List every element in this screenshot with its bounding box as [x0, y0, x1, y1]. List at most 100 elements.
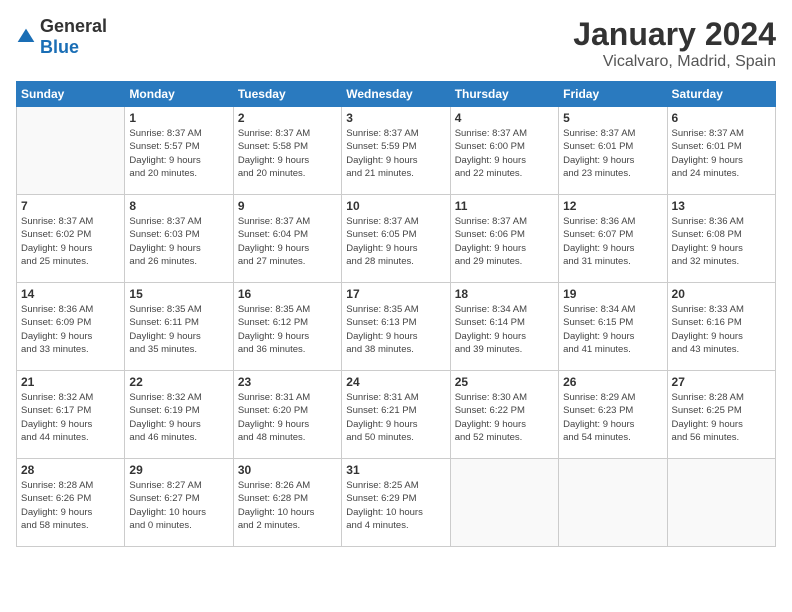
day-info: Sunrise: 8:31 AM Sunset: 6:20 PM Dayligh… [238, 391, 337, 444]
day-info: Sunrise: 8:37 AM Sunset: 5:59 PM Dayligh… [346, 127, 445, 180]
day-info: Sunrise: 8:32 AM Sunset: 6:19 PM Dayligh… [129, 391, 228, 444]
calendar-table: SundayMondayTuesdayWednesdayThursdayFrid… [16, 81, 776, 547]
day-number: 13 [672, 199, 771, 213]
calendar-cell: 7 Sunrise: 8:37 AM Sunset: 6:02 PM Daylig… [17, 195, 125, 283]
day-info: Sunrise: 8:35 AM Sunset: 6:13 PM Dayligh… [346, 303, 445, 356]
location-title: Vicalvaro, Madrid, Spain [573, 53, 776, 71]
title-area: January 2024 Vicalvaro, Madrid, Spain [573, 16, 776, 71]
day-number: 10 [346, 199, 445, 213]
day-number: 18 [455, 287, 554, 301]
calendar-cell: 6 Sunrise: 8:37 AM Sunset: 6:01 PM Daylig… [667, 107, 775, 195]
day-info: Sunrise: 8:37 AM Sunset: 6:01 PM Dayligh… [563, 127, 662, 180]
calendar-cell: 27 Sunrise: 8:28 AM Sunset: 6:25 PM Dayli… [667, 371, 775, 459]
day-info: Sunrise: 8:32 AM Sunset: 6:17 PM Dayligh… [21, 391, 120, 444]
day-number: 31 [346, 463, 445, 477]
calendar-cell: 16 Sunrise: 8:35 AM Sunset: 6:12 PM Dayli… [233, 283, 341, 371]
day-number: 17 [346, 287, 445, 301]
calendar-cell: 24Sunrise: 8:31 AM Sunset: 6:21 PM Dayli… [342, 371, 450, 459]
calendar-header: SundayMondayTuesdayWednesdayThursdayFrid… [17, 82, 776, 107]
day-info: Sunrise: 8:33 AM Sunset: 6:16 PM Dayligh… [672, 303, 771, 356]
day-info: Sunrise: 8:37 AM Sunset: 6:02 PM Dayligh… [21, 215, 120, 268]
calendar-cell [450, 459, 558, 547]
day-info: Sunrise: 8:29 AM Sunset: 6:23 PM Dayligh… [563, 391, 662, 444]
day-info: Sunrise: 8:26 AM Sunset: 6:28 PM Dayligh… [238, 479, 337, 532]
day-info: Sunrise: 8:36 AM Sunset: 6:07 PM Dayligh… [563, 215, 662, 268]
day-number: 25 [455, 375, 554, 389]
header: General Blue January 2024 Vicalvaro, Mad… [16, 16, 776, 71]
calendar-cell: 4Sunrise: 8:37 AM Sunset: 6:00 PM Daylig… [450, 107, 558, 195]
day-info: Sunrise: 8:37 AM Sunset: 5:58 PM Dayligh… [238, 127, 337, 180]
week-row-4: 21 Sunrise: 8:32 AM Sunset: 6:17 PM Dayli… [17, 371, 776, 459]
calendar-cell: 13Sunrise: 8:36 AM Sunset: 6:08 PM Dayli… [667, 195, 775, 283]
day-number: 21 [21, 375, 120, 389]
day-number: 16 [238, 287, 337, 301]
page: General Blue January 2024 Vicalvaro, Mad… [0, 0, 792, 612]
day-number: 14 [21, 287, 120, 301]
day-number: 22 [129, 375, 228, 389]
day-number: 28 [21, 463, 120, 477]
calendar-cell: 2 Sunrise: 8:37 AM Sunset: 5:58 PM Daylig… [233, 107, 341, 195]
day-number: 12 [563, 199, 662, 213]
day-number: 6 [672, 111, 771, 125]
calendar-cell: 22 Sunrise: 8:32 AM Sunset: 6:19 PM Dayli… [125, 371, 233, 459]
calendar-cell: 14Sunrise: 8:36 AM Sunset: 6:09 PM Dayli… [17, 283, 125, 371]
day-number: 1 [129, 111, 228, 125]
calendar-cell: 18 Sunrise: 8:34 AM Sunset: 6:14 PM Dayli… [450, 283, 558, 371]
day-number: 20 [672, 287, 771, 301]
calendar-cell: 17 Sunrise: 8:35 AM Sunset: 6:13 PM Dayli… [342, 283, 450, 371]
logo: General Blue [16, 16, 107, 58]
day-info: Sunrise: 8:27 AM Sunset: 6:27 PM Dayligh… [129, 479, 228, 532]
calendar-cell [667, 459, 775, 547]
day-info: Sunrise: 8:35 AM Sunset: 6:12 PM Dayligh… [238, 303, 337, 356]
calendar-cell: 9Sunrise: 8:37 AM Sunset: 6:04 PM Daylig… [233, 195, 341, 283]
calendar-cell: 28 Sunrise: 8:28 AM Sunset: 6:26 PM Dayli… [17, 459, 125, 547]
day-number: 3 [346, 111, 445, 125]
day-info: Sunrise: 8:25 AM Sunset: 6:29 PM Dayligh… [346, 479, 445, 532]
week-row-2: 7 Sunrise: 8:37 AM Sunset: 6:02 PM Daylig… [17, 195, 776, 283]
weekday-header-tuesday: Tuesday [233, 82, 341, 107]
logo-text: General Blue [40, 16, 107, 58]
weekday-header-thursday: Thursday [450, 82, 558, 107]
calendar-cell: 20 Sunrise: 8:33 AM Sunset: 6:16 PM Dayli… [667, 283, 775, 371]
week-row-5: 28 Sunrise: 8:28 AM Sunset: 6:26 PM Dayli… [17, 459, 776, 547]
day-info: Sunrise: 8:37 AM Sunset: 6:03 PM Dayligh… [129, 215, 228, 268]
day-info: Sunrise: 8:37 AM Sunset: 6:01 PM Dayligh… [672, 127, 771, 180]
calendar-body: 1 Sunrise: 8:37 AM Sunset: 5:57 PM Daylig… [17, 107, 776, 547]
calendar-cell [17, 107, 125, 195]
weekday-header-saturday: Saturday [667, 82, 775, 107]
day-info: Sunrise: 8:28 AM Sunset: 6:26 PM Dayligh… [21, 479, 120, 532]
day-info: Sunrise: 8:37 AM Sunset: 5:57 PM Dayligh… [129, 127, 228, 180]
week-row-3: 14Sunrise: 8:36 AM Sunset: 6:09 PM Dayli… [17, 283, 776, 371]
day-info: Sunrise: 8:34 AM Sunset: 6:14 PM Dayligh… [455, 303, 554, 356]
day-number: 23 [238, 375, 337, 389]
day-info: Sunrise: 8:37 AM Sunset: 6:06 PM Dayligh… [455, 215, 554, 268]
day-info: Sunrise: 8:35 AM Sunset: 6:11 PM Dayligh… [129, 303, 228, 356]
day-info: Sunrise: 8:28 AM Sunset: 6:25 PM Dayligh… [672, 391, 771, 444]
calendar-cell: 30Sunrise: 8:26 AM Sunset: 6:28 PM Dayli… [233, 459, 341, 547]
calendar-cell: 3 Sunrise: 8:37 AM Sunset: 5:59 PM Daylig… [342, 107, 450, 195]
day-number: 11 [455, 199, 554, 213]
day-number: 2 [238, 111, 337, 125]
weekday-row: SundayMondayTuesdayWednesdayThursdayFrid… [17, 82, 776, 107]
weekday-header-friday: Friday [559, 82, 667, 107]
calendar-cell: 26Sunrise: 8:29 AM Sunset: 6:23 PM Dayli… [559, 371, 667, 459]
calendar-cell: 21 Sunrise: 8:32 AM Sunset: 6:17 PM Dayli… [17, 371, 125, 459]
calendar-cell: 15 Sunrise: 8:35 AM Sunset: 6:11 PM Dayli… [125, 283, 233, 371]
day-number: 9 [238, 199, 337, 213]
calendar-cell: 10Sunrise: 8:37 AM Sunset: 6:05 PM Dayli… [342, 195, 450, 283]
weekday-header-monday: Monday [125, 82, 233, 107]
day-number: 27 [672, 375, 771, 389]
day-info: Sunrise: 8:31 AM Sunset: 6:21 PM Dayligh… [346, 391, 445, 444]
day-number: 8 [129, 199, 228, 213]
logo-blue: Blue [40, 37, 79, 57]
calendar-cell: 11 Sunrise: 8:37 AM Sunset: 6:06 PM Dayli… [450, 195, 558, 283]
day-number: 7 [21, 199, 120, 213]
calendar-cell: 23 Sunrise: 8:31 AM Sunset: 6:20 PM Dayli… [233, 371, 341, 459]
day-number: 5 [563, 111, 662, 125]
day-number: 15 [129, 287, 228, 301]
day-info: Sunrise: 8:34 AM Sunset: 6:15 PM Dayligh… [563, 303, 662, 356]
calendar-cell: 19Sunrise: 8:34 AM Sunset: 6:15 PM Dayli… [559, 283, 667, 371]
calendar-cell: 5 Sunrise: 8:37 AM Sunset: 6:01 PM Daylig… [559, 107, 667, 195]
weekday-header-wednesday: Wednesday [342, 82, 450, 107]
month-title: January 2024 [573, 16, 776, 53]
